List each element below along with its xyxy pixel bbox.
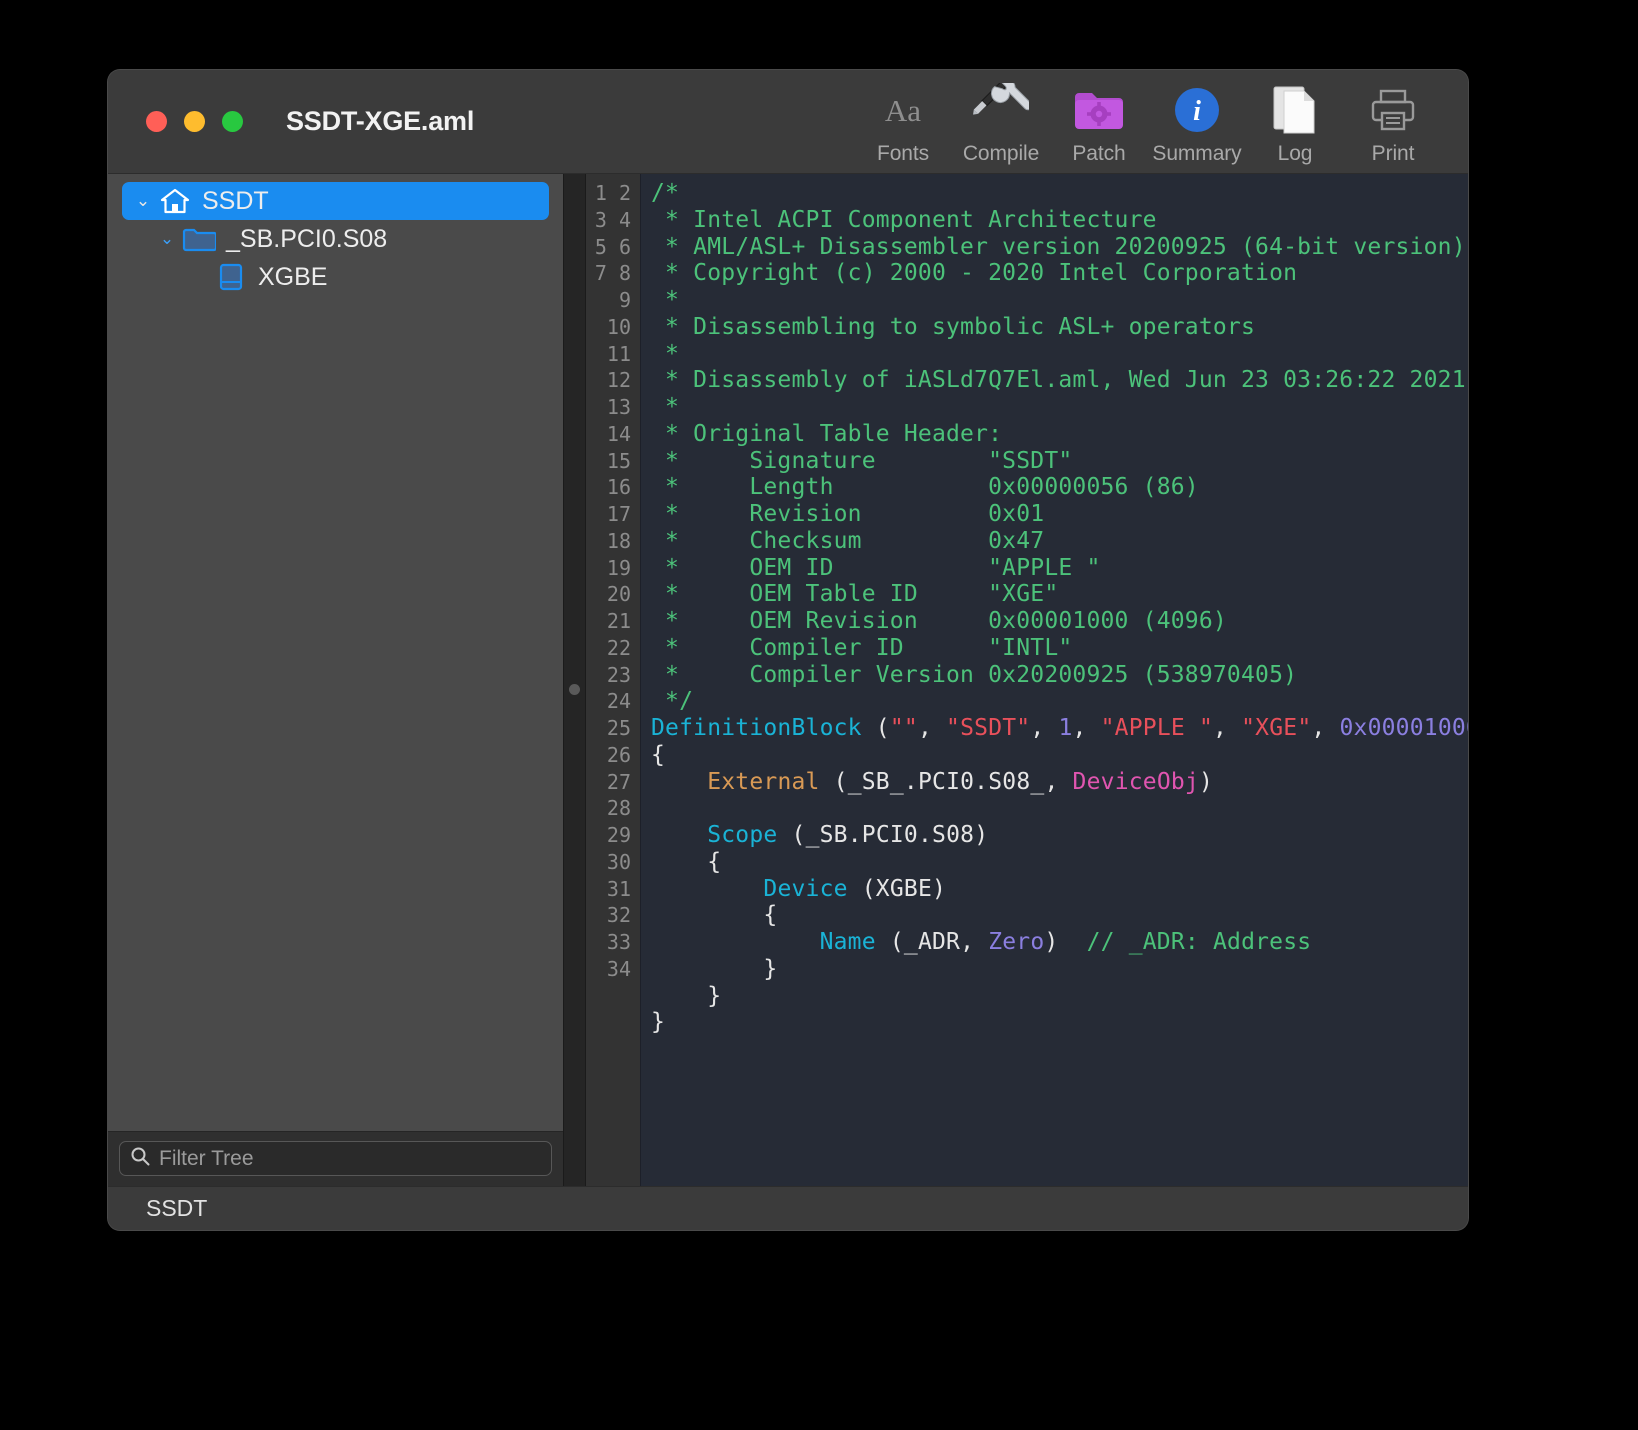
font-aa-icon: Aa [885,82,921,138]
filter-tree-container [108,1131,563,1186]
sidebar-tree-panel: ⌄ SSDT ⌄ _SB.PCI0.S08 XGBE Filter Tree [108,174,563,1186]
search-icon [130,1146,150,1171]
main-body: ⌄ SSDT ⌄ _SB.PCI0.S08 XGBE Filter Tree 1… [108,174,1468,1186]
folder-icon [180,225,218,253]
toolbar-label-summary: Summary [1152,142,1242,165]
tools-icon [973,82,1029,138]
info-circle-icon: i [1173,82,1221,138]
toolbar-button-log[interactable]: Log [1246,82,1344,168]
toolbar: Aa Fonts Compile Patch i Summary Log Pri… [854,82,1442,168]
toolbar-button-summary[interactable]: i Summary [1148,82,1246,168]
document-pages-icon [1270,82,1320,138]
panel-splitter[interactable] [563,174,586,1186]
toolbar-label-print: Print [1371,142,1415,165]
zoom-button[interactable] [222,111,243,132]
code-content[interactable]: /* * Intel ACPI Component Architecture *… [641,174,1468,1186]
filter-tree-box[interactable] [119,1141,552,1176]
tree-item-sb-pci0-s08[interactable]: ⌄ _SB.PCI0.S08 [108,220,563,258]
chevron-down-icon[interactable]: ⌄ [154,229,180,249]
line-number-gutter: 1 2 3 4 5 6 7 8 9 10 11 12 13 14 15 16 1… [586,174,641,1186]
title-bar: SSDT-XGE.aml Aa Fonts Compile Patch i Su… [108,70,1468,174]
font-aa-glyph: Aa [884,92,922,128]
toolbar-button-compile[interactable]: Compile [952,82,1050,168]
splitter-line-left [563,174,564,1186]
acpi-tree: ⌄ SSDT ⌄ _SB.PCI0.S08 XGBE [108,174,563,1131]
toolbar-button-patch[interactable]: Patch [1050,82,1148,168]
minimize-button[interactable] [184,111,205,132]
splitter-line-right [585,174,586,1186]
window-title: SSDT-XGE.aml [286,106,475,136]
tree-item-ssdt[interactable]: ⌄ SSDT [122,182,549,220]
filter-tree-input[interactable] [159,1146,541,1171]
tree-item-xgbe[interactable]: XGBE [108,258,563,296]
toolbar-button-fonts[interactable]: Aa Fonts [854,82,952,168]
home-icon [156,187,194,215]
device-icon [212,262,250,292]
svg-text:i: i [1193,96,1201,127]
toolbar-label-log: Log [1277,142,1313,165]
chevron-down-icon[interactable]: ⌄ [130,191,156,211]
toolbar-label-patch: Patch [1072,142,1126,165]
toolbar-button-print[interactable]: Print [1344,82,1442,168]
window-controls [146,111,243,132]
folder-gear-icon [1073,82,1125,138]
tree-label-ssdt: SSDT [202,186,269,215]
code-editor-panel: 1 2 3 4 5 6 7 8 9 10 11 12 13 14 15 16 1… [586,174,1468,1186]
toolbar-label-fonts: Fonts [876,142,930,165]
status-bar: SSDT [108,1186,1468,1230]
tree-label-sb-pci0-s08: _SB.PCI0.S08 [226,224,388,253]
tree-label-xgbe: XGBE [258,262,328,291]
application-window: SSDT-XGE.aml Aa Fonts Compile Patch i Su… [108,70,1468,1230]
close-button[interactable] [146,111,167,132]
printer-icon [1369,82,1417,138]
toolbar-label-compile: Compile [962,142,1040,165]
status-bar-text: SSDT [146,1195,208,1221]
